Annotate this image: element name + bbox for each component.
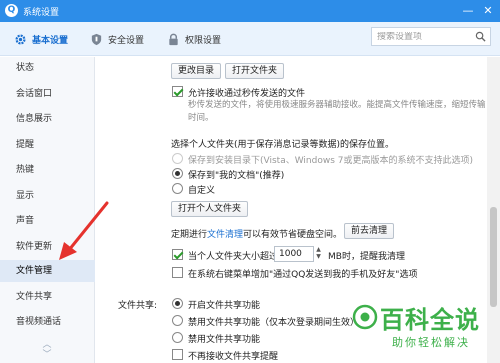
sidebar-item-reminder[interactable]: 提醒 xyxy=(0,134,95,156)
change-directory-button[interactable]: 更改目录 xyxy=(171,63,222,79)
cleanup-hint: 定期进行文件清理可以有效节省硬盘空间。 xyxy=(171,227,342,240)
no-share-remind-checkbox[interactable] xyxy=(172,349,183,360)
share-off-temp-radio[interactable] xyxy=(172,315,183,326)
tab-basic-settings[interactable]: 基本设置 xyxy=(14,31,68,47)
scrollbar-thumb[interactable] xyxy=(490,207,497,307)
share-off-label: 禁用文件共享功能 xyxy=(188,335,261,345)
minimize-button[interactable]: — xyxy=(460,3,476,19)
size-reminder-checkbox[interactable] xyxy=(172,249,183,260)
watermark-logo-icon xyxy=(352,304,378,330)
sidebar-item-file-management[interactable]: 文件管理 xyxy=(0,260,95,282)
tab-label: 安全设置 xyxy=(108,35,145,46)
share-off-temp-label: 禁用文件共享功能（仅本次登录期间生效） xyxy=(188,318,360,328)
watermark-subtitle: 助你轻松解决 xyxy=(392,336,470,349)
window-title: 系统设置 xyxy=(23,8,60,18)
allow-fast-receive-checkbox[interactable] xyxy=(172,86,183,97)
tab-label: 权限设置 xyxy=(185,35,222,46)
no-share-remind-label: 不再接收文件共享提醒 xyxy=(188,352,279,362)
context-menu-label: 在系统右键菜单增加"通过QQ发送到我的手机及好友"选项 xyxy=(188,270,418,280)
allow-fast-receive-label: 允许接收通过秒传发送的文件 xyxy=(188,89,306,99)
size-reminder-prefix: 当个人文件夹大小超过 xyxy=(188,252,279,262)
close-button[interactable]: ✕ xyxy=(480,3,496,19)
search-box[interactable] xyxy=(371,27,491,46)
folder-location-heading: 选择个人文件夹(用于保存消息记录等数据)的保存位置。 xyxy=(171,140,395,150)
stepper-down-icon[interactable]: ▼ xyxy=(314,253,323,260)
search-icon[interactable] xyxy=(475,31,486,42)
chevron-down-icon[interactable]: ﹀ xyxy=(40,350,54,360)
stepper-up-icon[interactable]: ▲ xyxy=(314,246,323,253)
tab-label: 基本设置 xyxy=(32,35,69,46)
search-input[interactable] xyxy=(377,31,473,42)
sidebar-item-chat-window[interactable]: 会话窗口 xyxy=(0,83,95,105)
go-cleanup-button[interactable]: 前去清理 xyxy=(344,223,395,239)
save-my-docs-radio[interactable] xyxy=(172,168,183,179)
gear-icon xyxy=(15,33,26,45)
sidebar-item-hotkeys[interactable]: 热键 xyxy=(0,159,95,181)
chevron-up-icon[interactable]: ︿ xyxy=(40,340,54,350)
cleanup-suffix: 可以有效节省硬盘空间。 xyxy=(243,230,343,240)
custom-location-radio[interactable] xyxy=(172,183,183,194)
sidebar-item-av-call[interactable]: 音视频通话 xyxy=(0,311,95,333)
lock-icon xyxy=(169,33,178,45)
sidebar-item-status[interactable]: 状态 xyxy=(0,57,95,79)
sidebar-scroll-arrows[interactable]: ︿ ﹀ xyxy=(40,340,54,360)
watermark-title: 百科全说 xyxy=(380,306,480,334)
tab-permission-settings[interactable]: 权限设置 xyxy=(167,31,221,47)
size-reminder-suffix: MB时，提醒我清理 xyxy=(328,252,405,262)
annotation-arrow-icon xyxy=(59,201,109,260)
open-folder-button[interactable]: 打开文件夹 xyxy=(225,63,285,79)
share-off-radio[interactable] xyxy=(172,332,183,343)
watermark: 百科全说 助你轻松解决 xyxy=(352,300,492,356)
file-sharing-heading: 文件共享: xyxy=(118,301,158,311)
open-personal-folder-button[interactable]: 打开个人文件夹 xyxy=(171,201,249,217)
shield-icon xyxy=(91,33,102,45)
allow-fast-receive-description: 秒传发送的文件，将使用极速服务器辅助接收。能提高文件传输速度，缩短传输时间。 xyxy=(188,100,486,123)
save-install-dir-label: 保存到安装目录下(Vista、Windows 7或更高版本的系统不支持此选项) xyxy=(188,156,473,166)
sidebar-item-info-display[interactable]: 信息展示 xyxy=(0,108,95,130)
title-bar: Q 系统设置 — ✕ xyxy=(0,0,500,22)
save-my-docs-label: 保存到"我的文档"(推荐) xyxy=(188,171,285,181)
sidebar-item-file-sharing[interactable]: 文件共享 xyxy=(0,286,95,308)
size-threshold-input[interactable]: 1000 xyxy=(274,246,314,262)
context-menu-checkbox[interactable] xyxy=(172,267,183,278)
share-on-radio[interactable] xyxy=(172,298,183,309)
file-cleanup-link[interactable]: 文件清理 xyxy=(207,230,243,240)
save-install-dir-radio xyxy=(172,153,183,164)
tab-security-settings[interactable]: 安全设置 xyxy=(90,31,144,47)
share-on-label: 开启文件共享功能 xyxy=(188,301,261,311)
size-threshold-stepper[interactable]: ▲ ▼ xyxy=(314,246,323,262)
custom-location-label: 自定义 xyxy=(188,186,216,196)
app-logo-icon: Q xyxy=(5,4,18,17)
cleanup-prefix: 定期进行 xyxy=(171,230,208,240)
